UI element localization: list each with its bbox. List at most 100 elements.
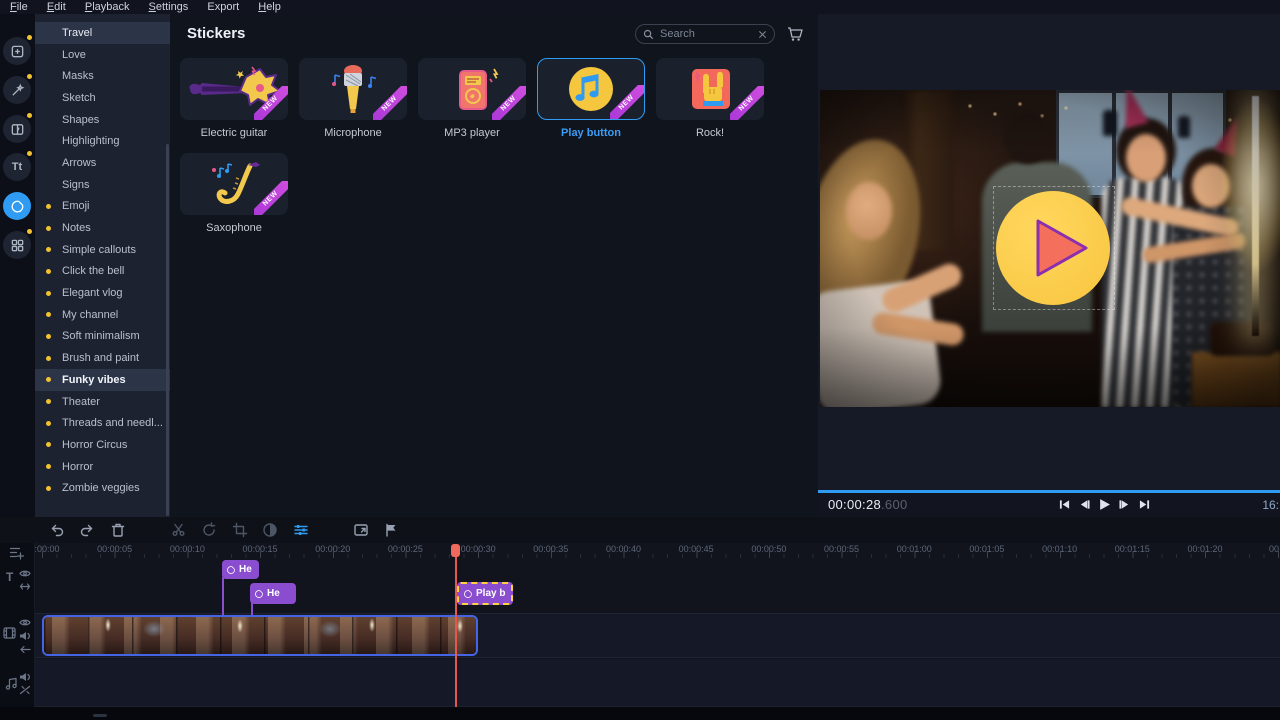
sticker-tile-microphone[interactable]: NEW Microphone [299, 58, 407, 139]
previous-frame-button[interactable] [1078, 497, 1091, 511]
category-item[interactable]: Threads and needl... [35, 412, 170, 434]
video-track-visibility-icon[interactable] [19, 618, 31, 627]
play-button-sticker-overlay[interactable] [996, 191, 1110, 305]
timeline-sticker-clip-selected[interactable]: Play b [457, 582, 513, 605]
play-button[interactable] [1098, 497, 1111, 511]
search-box[interactable] [635, 24, 775, 44]
sticker-thumbnail[interactable]: NEW [180, 58, 288, 120]
category-label: Simple callouts [62, 244, 136, 256]
category-item[interactable]: Masks [35, 65, 170, 87]
search-input[interactable] [660, 28, 752, 40]
category-scrollbar[interactable] [166, 144, 169, 516]
video-track-volume-icon[interactable] [19, 631, 31, 641]
audio-track-unlink-icon[interactable] [19, 685, 31, 695]
sticker-thumbnail[interactable]: NEW [180, 153, 288, 215]
skip-to-end-button[interactable] [1138, 497, 1151, 511]
sticker-thumbnail[interactable]: NEW [537, 58, 645, 120]
category-item[interactable]: My channel [35, 304, 170, 326]
delete-icon[interactable] [110, 522, 126, 538]
category-item[interactable]: Sketch [35, 87, 170, 109]
more-tools-button[interactable] [3, 231, 31, 259]
color-adjustments-icon[interactable] [262, 522, 278, 538]
timeline-sticker-clip-1[interactable]: He [222, 560, 259, 579]
category-item[interactable]: Signs [35, 174, 170, 196]
titles-tool-button[interactable]: Tt [3, 153, 31, 181]
playhead-handle[interactable] [451, 544, 460, 557]
title-track-visibility-icon[interactable] [19, 569, 31, 578]
ruler-timestamp: 00:01:20 [1169, 544, 1242, 554]
new-ribbon: NEW [254, 181, 288, 215]
category-item[interactable]: Funky vibes [35, 369, 170, 391]
clip-properties-icon[interactable] [293, 522, 309, 538]
category-item[interactable]: Arrows [35, 152, 170, 174]
category-item[interactable]: Horror Circus [35, 434, 170, 456]
category-label: Signs [62, 179, 90, 191]
video-track-return-icon[interactable] [19, 645, 31, 654]
category-item[interactable]: Theater [35, 391, 170, 413]
sticker-tile-play-button[interactable]: NEW Play button [537, 58, 645, 139]
next-frame-button[interactable] [1118, 497, 1131, 511]
ruler-timestamp: 00:00:35 [514, 544, 587, 554]
new-category-dot [46, 226, 51, 231]
category-item[interactable]: Elegant vlog [35, 282, 170, 304]
category-item[interactable]: Shapes [35, 109, 170, 131]
category-item[interactable]: Brush and paint [35, 347, 170, 369]
category-label: Click the bell [62, 265, 124, 277]
menu-item[interactable]: File [2, 0, 36, 14]
sticker-thumbnail[interactable]: NEW [299, 58, 407, 120]
sticker-thumbnail[interactable]: NEW [656, 58, 764, 120]
add-marker-icon[interactable] [383, 522, 399, 538]
timeline: 00:00:0000:00:0500:00:1000:00:1500:00:20… [0, 543, 1280, 720]
sticker-thumbnail[interactable]: NEW [418, 58, 526, 120]
media-tool-button[interactable] [3, 37, 31, 65]
menu-item[interactable]: Export [199, 0, 247, 14]
video-preview[interactable] [820, 90, 1280, 407]
category-item[interactable]: Love [35, 44, 170, 66]
category-item[interactable]: Travel [35, 22, 170, 44]
menu-item[interactable]: Settings [141, 0, 197, 14]
add-track-icon[interactable] [9, 546, 25, 560]
ruler-timestamp: 00:00:45 [660, 544, 733, 554]
filters-tool-button[interactable] [3, 76, 31, 104]
clear-search-icon[interactable] [758, 30, 767, 39]
redo-icon[interactable] [79, 522, 95, 538]
menu-item[interactable]: Playback [77, 0, 138, 14]
rotate-icon[interactable] [201, 522, 217, 538]
timeline-sticker-clip-2[interactable]: He [250, 583, 296, 604]
sticker-label: Electric guitar [180, 127, 288, 139]
timeline-horizontal-scrollbar[interactable] [93, 714, 107, 717]
undo-icon[interactable] [49, 522, 65, 538]
category-item[interactable]: Horror [35, 456, 170, 478]
category-item[interactable]: Simple callouts [35, 239, 170, 261]
sticker-tile-electric-guitar[interactable]: NEW Electric guitar [180, 58, 288, 139]
category-item[interactable]: Click the bell [35, 261, 170, 283]
preview-panel: 00:00:28.600 16: [818, 14, 1280, 517]
stickers-tool-button[interactable] [3, 192, 31, 220]
title-track-link-icon[interactable] [19, 582, 31, 591]
menu-item[interactable]: Edit [39, 0, 74, 14]
audio-track-volume-icon[interactable] [19, 672, 31, 682]
category-label: Zombie veggies [62, 482, 140, 494]
overlay-icon[interactable] [353, 522, 369, 538]
split-clip-icon[interactable] [171, 522, 187, 538]
timeline-ruler[interactable]: 00:00:0000:00:0500:00:1000:00:1500:00:20… [0, 543, 1280, 558]
sticker-label: Saxophone [180, 222, 288, 234]
audio-track-lane[interactable] [35, 659, 1280, 707]
category-item[interactable]: Emoji [35, 196, 170, 218]
category-item[interactable]: Highlighting [35, 130, 170, 152]
sticker-tile-saxophone[interactable]: NEW Saxophone [180, 153, 288, 234]
crop-icon[interactable] [232, 522, 248, 538]
category-item[interactable]: Notes [35, 217, 170, 239]
skip-to-start-button[interactable] [1058, 497, 1071, 511]
category-item[interactable]: Soft minimalism [35, 326, 170, 348]
transitions-tool-button[interactable] [3, 115, 31, 143]
category-item[interactable]: Zombie veggies [35, 477, 170, 499]
sticker-tile-rock[interactable]: NEW Rock! [656, 58, 764, 139]
store-cart-icon[interactable] [786, 25, 804, 43]
new-ribbon: NEW [373, 86, 407, 120]
menu-item[interactable]: Help [250, 0, 289, 14]
category-label: Highlighting [62, 135, 119, 147]
timeline-video-clip[interactable] [42, 615, 478, 656]
new-category-dot [46, 312, 51, 317]
sticker-tile-mp3-player[interactable]: NEW MP3 player [418, 58, 526, 139]
